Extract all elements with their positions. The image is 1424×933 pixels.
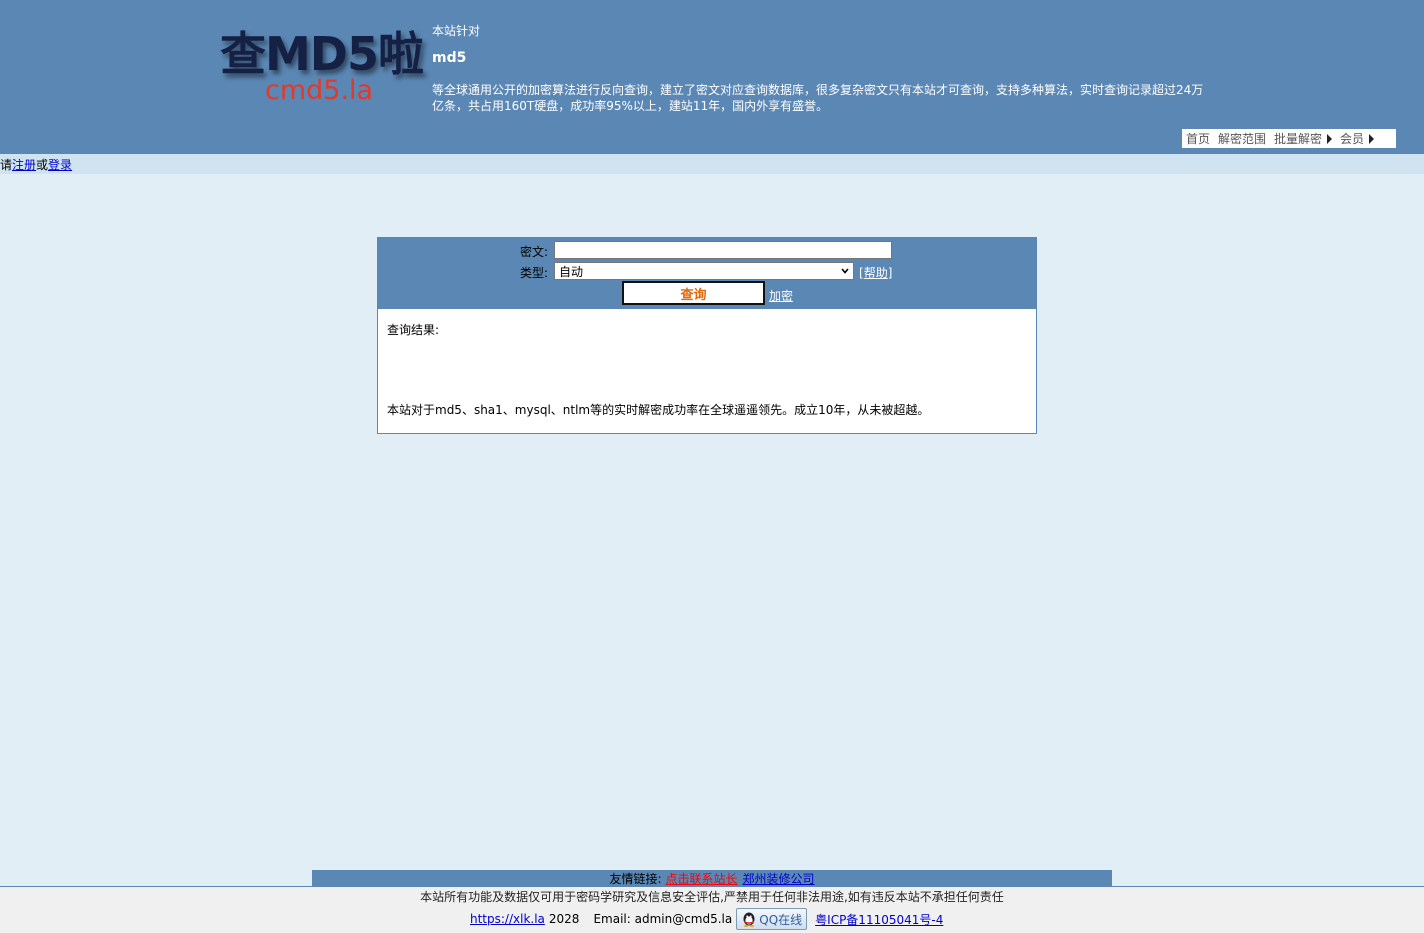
nav-item-label: 首页 (1186, 132, 1211, 146)
intro-line-2: md5 (432, 50, 467, 66)
query-button[interactable]: 查询 (622, 281, 765, 305)
friend-links-bar: 友情链接: 点击联系站长 郑州装修公司 (312, 870, 1112, 886)
friend-link-decoration[interactable]: 郑州装修公司 (743, 870, 815, 887)
site-header: 查MD5啦 cmd5.la 本站针对 md5 等全球通用公开的加密算法进行反向查… (0, 0, 1424, 154)
login-link[interactable]: 登录 (48, 158, 72, 172)
nav-item-home[interactable]: 首页 (1182, 130, 1214, 147)
nav-item-decrypt-range[interactable]: 解密范围 (1214, 130, 1270, 147)
nav-item-label: 解密范围 (1218, 132, 1267, 146)
login-prefix: 请 (0, 158, 13, 172)
site-logo-domain: cmd5.la (265, 75, 374, 106)
nav-item-label: 批量解密 (1274, 132, 1323, 146)
footer-info: https://xlk.la 2028 Email: admin@cmd5.la… (470, 908, 943, 930)
login-or: 或 (36, 158, 49, 172)
type-label: 类型: (520, 266, 549, 280)
type-select[interactable]: 自动 (554, 262, 854, 280)
cipher-label: 密文: (520, 245, 549, 259)
result-label: 查询结果: (387, 323, 440, 337)
help-link-wrapper: [帮助] (859, 264, 892, 281)
footer-year: 2028 (548, 912, 580, 926)
nav-item-member[interactable]: 会员 (1336, 130, 1378, 147)
qq-online-label: QQ在线 (759, 912, 803, 927)
login-bar: 请注册或登录 (0, 154, 1424, 174)
top-nav: 首页 解密范围 批量解密 会员 (1182, 129, 1396, 148)
result-note: 本站对于md5、sha1、mysql、ntlm等的实时解密成功率在全球遥遥领先。… (387, 403, 930, 417)
register-link[interactable]: 注册 (12, 158, 36, 172)
help-link[interactable]: 帮助 (864, 266, 888, 280)
type-select-value: 自动 (559, 264, 584, 279)
friend-link-contact[interactable]: 点击联系站长 (666, 870, 738, 887)
triangle-right-icon (1327, 133, 1333, 144)
login-prompt: 请注册或登录 (0, 156, 72, 173)
intro-line-1: 本站针对 (432, 24, 481, 38)
site-link[interactable]: https://xlk.la (470, 912, 545, 926)
chevron-down-icon (841, 268, 849, 274)
nav-item-batch-decrypt[interactable]: 批量解密 (1270, 130, 1336, 147)
icp-link[interactable]: 粤ICP备11105041号-4 (815, 911, 943, 928)
footer-disclaimer: 本站所有功能及数据仅可用于密码学研究及信息安全评估,严禁用于任何非法用途,如有违… (420, 890, 1004, 904)
footer-email: Email: admin@cmd5.la (593, 912, 733, 926)
encrypt-link[interactable]: 加密 (769, 289, 793, 303)
friend-links-label: 友情链接: (609, 871, 662, 886)
query-form: 密文: 类型: 自动 [帮助] 查询 加密 (378, 238, 1036, 309)
triangle-right-icon (1369, 133, 1375, 144)
qq-online-button[interactable]: QQ在线 (736, 908, 808, 930)
query-panel: 密文: 类型: 自动 [帮助] 查询 加密 查询结果: 本站对于md5、sha1… (377, 237, 1037, 434)
help-bracket-close: ] (887, 266, 893, 280)
nav-item-label: 会员 (1340, 132, 1365, 146)
qq-penguin-icon (743, 912, 755, 927)
intro-description: 等全球通用公开的加密算法进行反向查询，建立了密文对应查询数据库，很多复杂密文只有… (432, 83, 1204, 113)
cipher-input[interactable] (554, 241, 892, 259)
